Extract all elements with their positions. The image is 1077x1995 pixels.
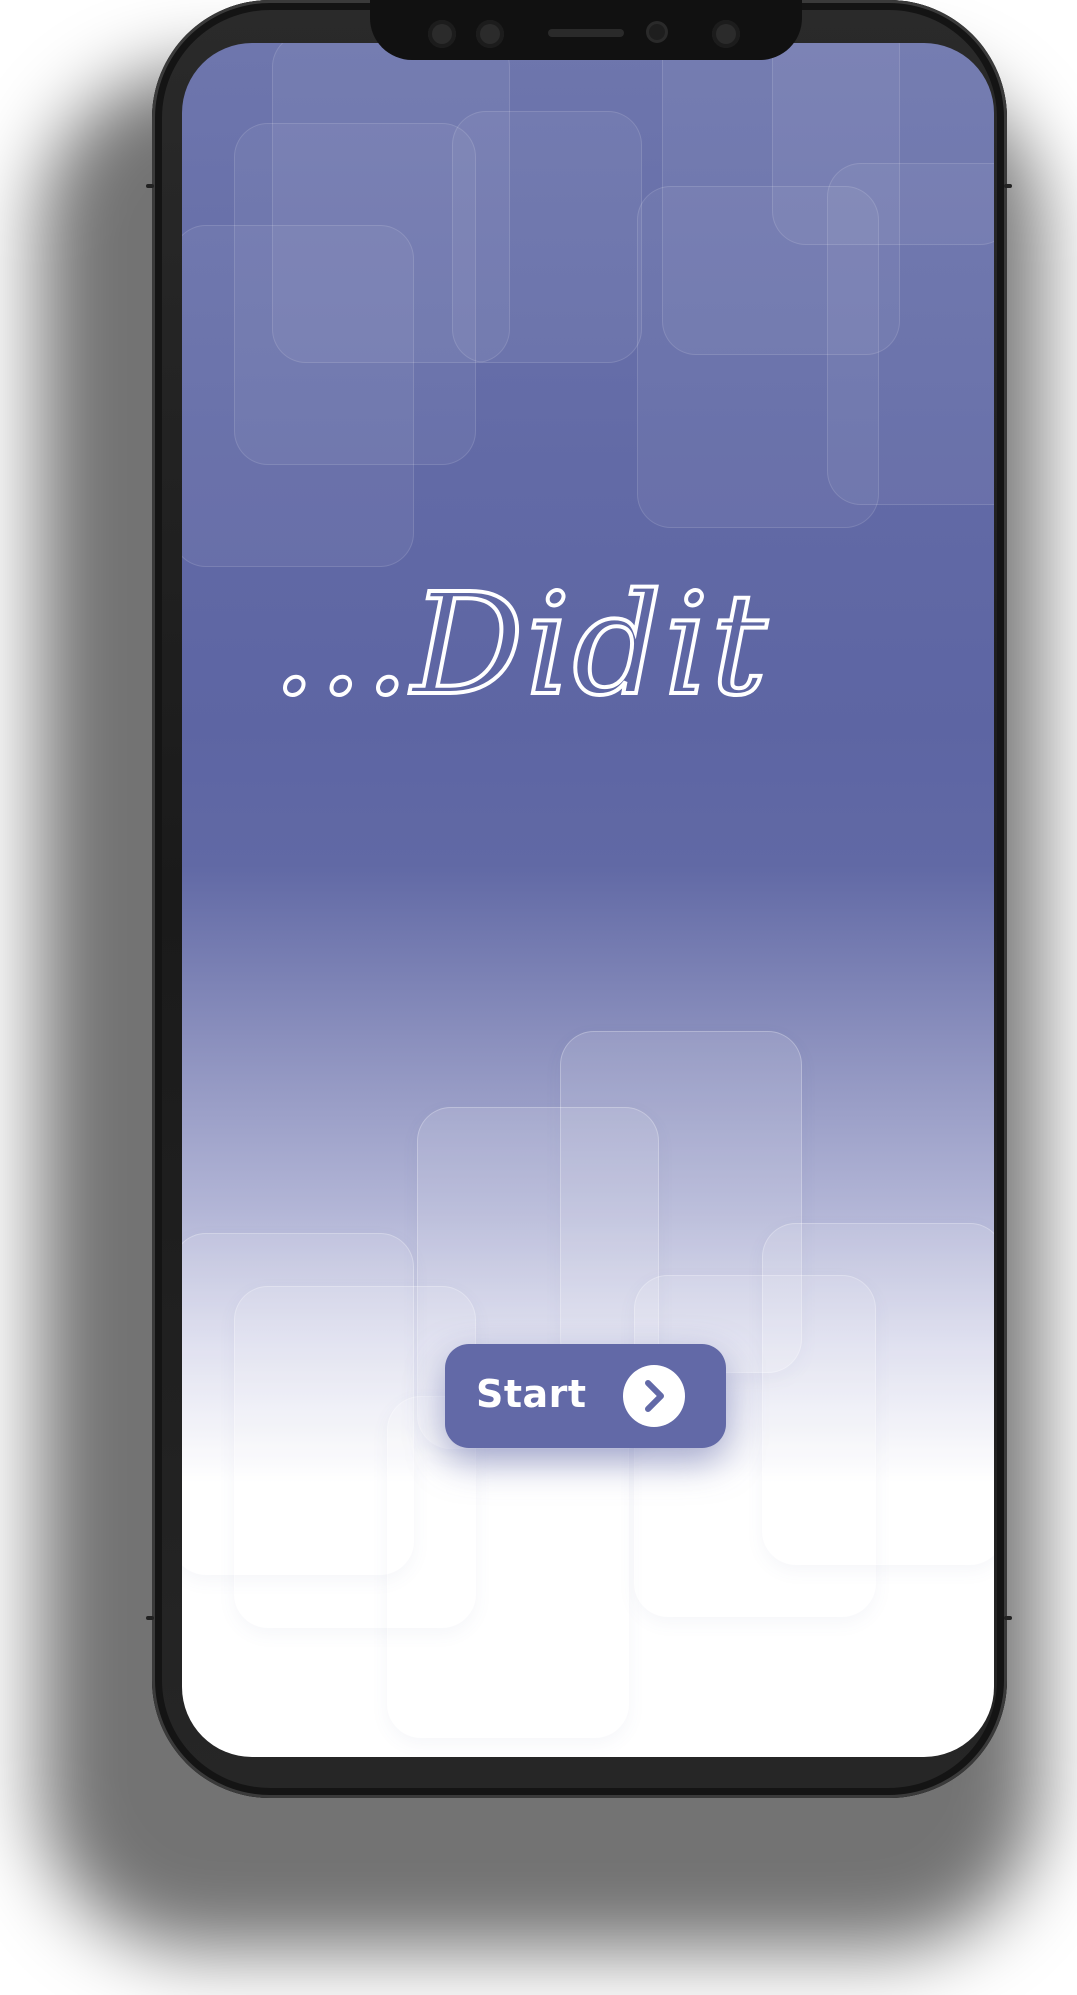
start-button[interactable]: Start xyxy=(445,1344,726,1448)
decor-tile xyxy=(182,225,414,567)
didit-logo: ...Didit xyxy=(270,562,769,729)
side-button xyxy=(1004,184,1012,188)
app-screen: ...Didit Start xyxy=(182,43,994,1757)
decor-tile xyxy=(827,163,994,505)
side-button xyxy=(146,1616,154,1620)
start-button-label: Start xyxy=(476,1372,587,1416)
chevron-right-icon xyxy=(623,1365,685,1427)
sensor-dot xyxy=(712,20,740,48)
phone-notch xyxy=(370,0,802,60)
volume-button xyxy=(146,184,154,188)
phone-frame: ...Didit Start xyxy=(152,0,1007,1798)
sensor-dot xyxy=(428,20,456,48)
device-mockup: ...Didit Start xyxy=(0,0,1077,1995)
decor-tile xyxy=(762,1223,994,1565)
front-camera xyxy=(649,24,665,40)
side-button xyxy=(1004,1616,1012,1620)
logo-text: ...Didit xyxy=(272,564,769,727)
speaker-grill xyxy=(548,29,624,37)
decor-tile xyxy=(452,111,642,363)
sensor-dot xyxy=(476,20,504,48)
